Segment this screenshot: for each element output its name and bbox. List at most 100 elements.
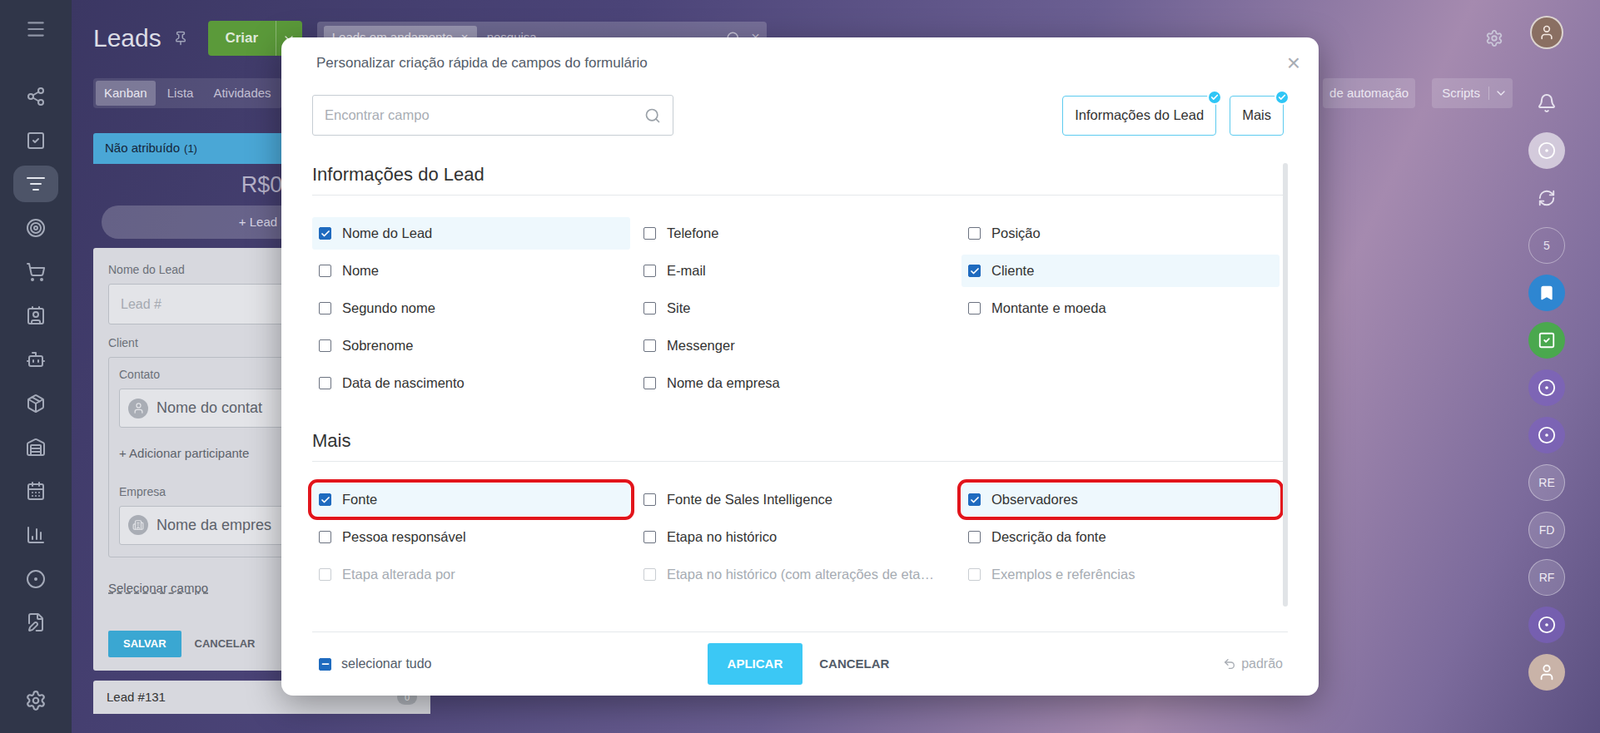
crm-page: LeadsCriarLeads em andamento×pesquisa×Ka… bbox=[0, 0, 1600, 733]
checkbox[interactable] bbox=[318, 658, 332, 671]
field-option[interactable]: Nome da empresa bbox=[636, 367, 955, 400]
save-button[interactable]: SALVAR bbox=[108, 631, 182, 658]
checkbox[interactable] bbox=[968, 568, 981, 582]
field-option[interactable]: Site bbox=[636, 292, 955, 325]
user-avatar[interactable] bbox=[1528, 654, 1566, 691]
field-option[interactable]: Observadores bbox=[961, 483, 1280, 517]
sidebar-item[interactable] bbox=[13, 604, 59, 641]
fields-scroll-area: Informações do LeadNome do LeadNomeSegun… bbox=[281, 135, 1319, 632]
check-icon bbox=[320, 228, 331, 239]
bookmark-button[interactable] bbox=[1528, 274, 1566, 312]
sidebar-item[interactable] bbox=[13, 209, 59, 247]
close-button[interactable]: × bbox=[1286, 54, 1301, 73]
view-tab[interactable]: Kanban bbox=[95, 80, 156, 106]
sidebar-item[interactable] bbox=[13, 516, 59, 554]
checkbox[interactable] bbox=[968, 302, 981, 315]
checkbox[interactable] bbox=[318, 531, 332, 544]
sidebar-item[interactable] bbox=[13, 297, 59, 334]
field-label: Observadores bbox=[991, 489, 1079, 511]
checkbox[interactable] bbox=[318, 377, 332, 390]
scripts-dropdown[interactable] bbox=[1488, 86, 1508, 100]
rail-chat[interactable] bbox=[1528, 417, 1566, 454]
field-option[interactable]: Descrição da fonte bbox=[961, 521, 1280, 554]
checkbox[interactable] bbox=[643, 227, 656, 240]
field-option: Exemplos e referências bbox=[961, 558, 1280, 592]
cancel-button[interactable]: CANCELAR bbox=[815, 643, 893, 686]
sidebar-item[interactable] bbox=[13, 78, 59, 115]
rail-chat[interactable] bbox=[1528, 369, 1566, 407]
checkbox[interactable] bbox=[318, 302, 332, 315]
sidebar-item[interactable] bbox=[13, 122, 59, 160]
field-option[interactable]: Fonte bbox=[312, 483, 631, 517]
checkbox[interactable] bbox=[643, 339, 656, 353]
checkbox[interactable] bbox=[318, 264, 332, 278]
rail-counter[interactable]: 5 bbox=[1528, 227, 1566, 264]
notifications-button[interactable] bbox=[1528, 84, 1566, 122]
sidebar-item[interactable] bbox=[13, 385, 59, 423]
field-option[interactable]: Nome bbox=[312, 254, 631, 288]
field-option[interactable]: Sobrenome bbox=[312, 329, 631, 363]
user-chat-avatar[interactable]: RF bbox=[1528, 559, 1566, 597]
sidebar-item[interactable] bbox=[13, 429, 59, 467]
field-option[interactable]: E-mail bbox=[636, 254, 955, 288]
field-search[interactable]: Encontrar campo bbox=[312, 94, 674, 136]
field-option[interactable]: Pessoa responsável bbox=[312, 521, 631, 554]
rail-chat[interactable] bbox=[1528, 606, 1566, 644]
sync-button[interactable] bbox=[1528, 179, 1566, 217]
apply-button[interactable]: APLICAR bbox=[707, 643, 804, 686]
checkbox[interactable] bbox=[643, 493, 656, 507]
field-option[interactable]: Posição bbox=[961, 217, 1280, 250]
menu-icon[interactable] bbox=[24, 18, 47, 40]
sidebar-item[interactable] bbox=[13, 253, 59, 291]
settings-icon[interactable] bbox=[1485, 29, 1504, 48]
view-tab[interactable]: Lista bbox=[159, 80, 203, 106]
checkbox[interactable] bbox=[318, 568, 332, 582]
select-all[interactable]: selecionar tudo bbox=[312, 654, 708, 675]
checkbox[interactable] bbox=[968, 227, 981, 240]
checkbox[interactable] bbox=[643, 302, 656, 315]
profile-avatar[interactable] bbox=[1528, 15, 1566, 50]
user-chat-avatar[interactable]: FD bbox=[1528, 511, 1566, 549]
reset-button[interactable]: padrão bbox=[892, 654, 1288, 675]
checkbox[interactable] bbox=[968, 531, 981, 544]
sidebar-item[interactable] bbox=[13, 341, 59, 378]
cancel-link[interactable]: CANCELAR bbox=[194, 636, 256, 653]
field-option[interactable]: Fonte de Sales Intelligence bbox=[636, 483, 955, 517]
automation-button[interactable]: de automação bbox=[1322, 78, 1416, 109]
field-option[interactable]: Segundo nome bbox=[312, 292, 631, 325]
field-option[interactable]: Nome do Lead bbox=[312, 217, 631, 250]
field-option[interactable]: Data de nascimento bbox=[312, 367, 631, 400]
app-button[interactable] bbox=[1528, 322, 1566, 359]
field-option[interactable]: Messenger bbox=[636, 329, 955, 363]
checkbox[interactable] bbox=[968, 264, 981, 278]
field-option[interactable]: Cliente bbox=[961, 254, 1280, 288]
section-filter[interactable]: Mais bbox=[1229, 95, 1284, 136]
checkbox[interactable] bbox=[318, 227, 332, 240]
field-label: Posição bbox=[991, 223, 1041, 244]
field-option[interactable]: Telefone bbox=[636, 217, 955, 250]
checkbox[interactable] bbox=[318, 339, 332, 353]
chat-icon bbox=[1537, 616, 1556, 635]
sidebar-item[interactable] bbox=[13, 561, 59, 598]
checkbox[interactable] bbox=[643, 531, 656, 544]
field-option[interactable]: Montante e moeda bbox=[961, 292, 1280, 325]
checkbox[interactable] bbox=[643, 264, 656, 278]
sidebar-item[interactable] bbox=[13, 165, 59, 203]
checkbox[interactable] bbox=[643, 377, 656, 390]
checkbox[interactable] bbox=[968, 493, 981, 507]
company-placeholder: Nome da empres bbox=[156, 514, 272, 537]
checkbox[interactable] bbox=[643, 568, 656, 582]
view-tab[interactable]: Atividades bbox=[204, 80, 279, 106]
rail-chat[interactable] bbox=[1528, 132, 1566, 169]
field-section: Informações do LeadNome do LeadNomeSegun… bbox=[312, 163, 1283, 400]
gear-icon[interactable] bbox=[24, 690, 47, 712]
user-chat-avatar[interactable]: RE bbox=[1528, 464, 1566, 502]
scripts-button[interactable]: Scripts bbox=[1431, 78, 1513, 109]
sidebar-item[interactable] bbox=[13, 472, 59, 510]
section-filter[interactable]: Informações do Lead bbox=[1062, 95, 1217, 136]
pin-icon[interactable] bbox=[173, 30, 189, 46]
checkbox[interactable] bbox=[318, 493, 332, 507]
field-label: Nome bbox=[342, 260, 379, 282]
field-option[interactable]: Etapa no histórico bbox=[636, 521, 955, 554]
scrollbar[interactable] bbox=[1282, 163, 1288, 607]
